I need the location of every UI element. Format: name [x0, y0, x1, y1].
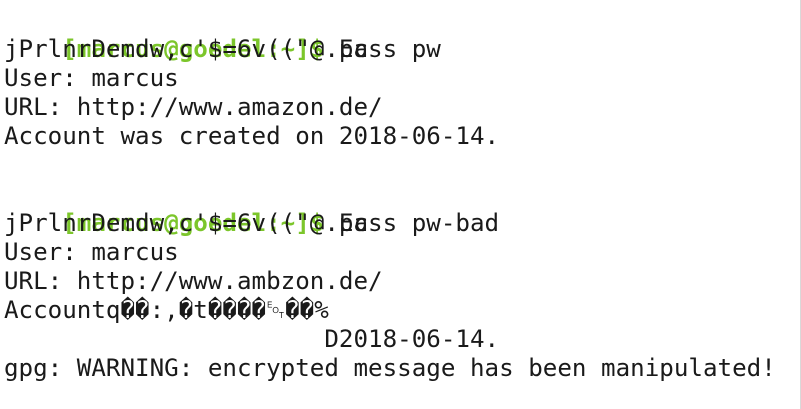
- gpg-warning-line: gpg: WARNING: encrypted message has been…: [4, 354, 776, 382]
- output-line: User: marcus: [4, 64, 179, 92]
- output-line-garbled: Accountq��:,�t����␄��%: [4, 296, 329, 324]
- terminal-window[interactable]: [marcus@goedel:~]$ pass pw jPrlnrDemdw,c…: [0, 0, 801, 409]
- output-line: User: marcus: [4, 238, 179, 266]
- output-line: URL: http://www.amazon.de/: [4, 93, 383, 121]
- output-line: URL: http://www.ambzon.de/: [4, 267, 383, 295]
- output-line: D2018-06-14.: [4, 325, 500, 353]
- output-line: Account was created on 2018-06-14.: [4, 122, 500, 150]
- prompt-line: [marcus@goedel:~]$ pass pw: [4, 6, 800, 63]
- prompt-line: [marcus@goedel:~]$ pass pw-bad: [4, 180, 800, 237]
